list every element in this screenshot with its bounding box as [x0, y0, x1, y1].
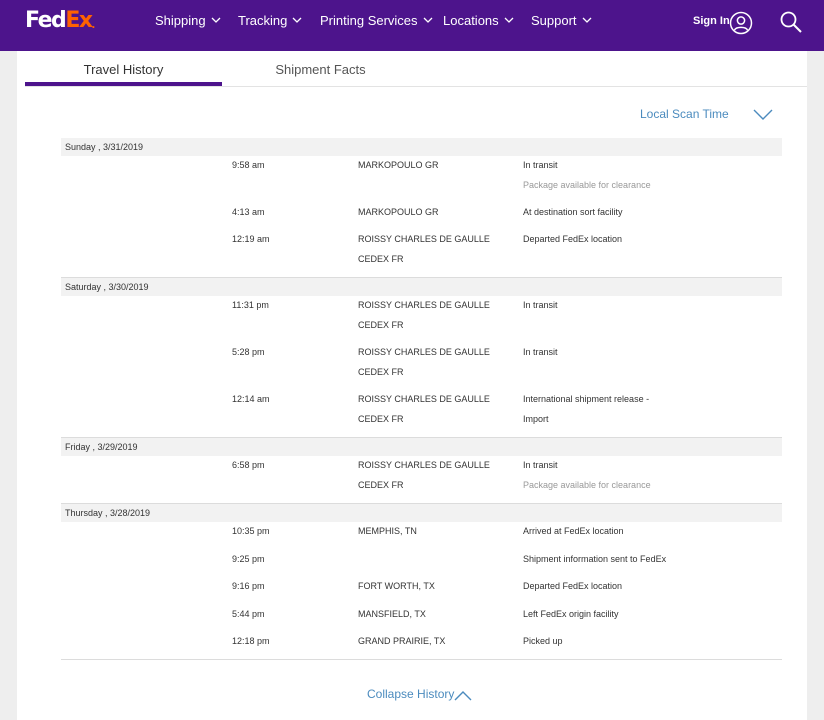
- logo-fed-text: Fed: [25, 8, 67, 33]
- event-status: Arrived at FedEx location: [523, 526, 624, 537]
- local-scan-time-toggle[interactable]: Local Scan Time: [640, 107, 729, 121]
- event-time: 5:28 pm: [232, 347, 265, 358]
- event-status: At destination sort facility: [523, 207, 623, 217]
- chevron-down-icon: [582, 17, 592, 23]
- event-time: 12:14 am: [232, 394, 270, 405]
- sign-in-link[interactable]: Sign In: [693, 14, 730, 28]
- history-entry: 9:25 pm Shipment information sent to Fed…: [61, 550, 782, 577]
- event-status-text: In transit: [523, 460, 558, 471]
- user-account-icon[interactable]: [729, 11, 753, 35]
- chevron-down-icon: [504, 17, 514, 23]
- history-entry: 9:58 am MARKOPOULO GR In transit Package …: [61, 156, 782, 203]
- nav-support[interactable]: Support: [531, 12, 592, 30]
- event-status: Departed FedEx location: [523, 581, 623, 592]
- event-location: MANSFIELD, TX: [358, 608, 426, 619]
- day-date-header: Saturday , 3/30/2019: [61, 278, 782, 297]
- day-group: Sunday , 3/31/2019 9:58 am MARKOPOULO GR…: [61, 138, 782, 279]
- fedex-logo[interactable]: FedEx.: [25, 9, 95, 37]
- event-location: ROISSY CHARLES DE GAULLE CEDEX FR: [358, 347, 490, 377]
- event-status: Picked up: [523, 635, 563, 646]
- nav-shipping-label: Shipping: [155, 13, 206, 28]
- chevron-up-icon[interactable]: [454, 691, 472, 701]
- event-sub-status: Package available for clearance: [523, 479, 651, 490]
- tab-shipment-facts[interactable]: Shipment Facts: [222, 51, 419, 87]
- nav-printing-services-label: Printing Services: [320, 13, 418, 28]
- history-entry: 12:19 am ROISSY CHARLES DE GAULLE CEDEX …: [61, 230, 782, 277]
- event-location: MARKOPOULO GR: [358, 207, 439, 217]
- tab-bar: Travel History Shipment Facts: [25, 51, 807, 87]
- event-location: MARKOPOULO GR: [358, 160, 439, 170]
- event-location: ROISSY CHARLES DE GAULLE CEDEX FR: [358, 460, 490, 490]
- history-entry: 12:14 am ROISSY CHARLES DE GAULLE CEDEX …: [61, 390, 782, 437]
- event-status: In transit: [523, 300, 558, 311]
- event-time: 9:25 pm: [232, 553, 265, 564]
- nav-printing-services[interactable]: Printing Services: [320, 12, 433, 30]
- search-icon[interactable]: [779, 10, 803, 34]
- travel-history-list: Sunday , 3/31/2019 9:58 am MARKOPOULO GR…: [61, 138, 782, 661]
- event-time: 6:58 pm: [232, 460, 265, 471]
- nav-locations-label: Locations: [443, 13, 499, 28]
- event-status: In transit Package available for clearanc…: [523, 456, 673, 495]
- event-location: GRAND PRAIRIE, TX: [358, 635, 446, 646]
- event-status: Departed FedEx location: [523, 234, 623, 245]
- event-time: 12:18 pm: [232, 635, 270, 646]
- day-group: Saturday , 3/30/2019 11:31 pm ROISSY CHA…: [61, 278, 782, 439]
- event-time: 4:13 am: [232, 207, 265, 217]
- top-navigation-bar: FedEx. Shipping Tracking Printing Servic…: [0, 0, 824, 51]
- event-location: FORT WORTH, TX: [358, 581, 435, 592]
- event-time: 9:58 am: [232, 160, 265, 170]
- event-status: International shipment release - Import: [523, 394, 650, 424]
- event-location: MEMPHIS, TN: [358, 526, 417, 537]
- event-location: ROISSY CHARLES DE GAULLE CEDEX FR: [358, 234, 490, 264]
- history-entry: 12:18 pm GRAND PRAIRIE, TX Picked up: [61, 632, 782, 659]
- history-entry: 9:16 pm FORT WORTH, TX Departed FedEx lo…: [61, 577, 782, 604]
- logo-dot: .: [91, 20, 96, 31]
- event-location: ROISSY CHARLES DE GAULLE CEDEX FR: [358, 394, 490, 424]
- event-time: 12:19 am: [232, 234, 270, 245]
- event-time: 9:16 pm: [232, 581, 265, 592]
- chevron-down-icon: [423, 17, 433, 23]
- history-entry: 4:13 am MARKOPOULO GR At destination sor…: [61, 203, 782, 230]
- nav-locations[interactable]: Locations: [443, 12, 514, 30]
- history-entry: 5:28 pm ROISSY CHARLES DE GAULLE CEDEX F…: [61, 343, 782, 390]
- day-date-header: Thursday , 3/28/2019: [61, 504, 782, 523]
- nav-shipping[interactable]: Shipping: [155, 12, 221, 30]
- chevron-down-icon[interactable]: [753, 109, 773, 120]
- event-status-text: In transit: [523, 160, 558, 170]
- logo-ex-text: Ex: [65, 8, 93, 33]
- history-entry: 11:31 pm ROISSY CHARLES DE GAULLE CEDEX …: [61, 296, 782, 343]
- event-status: In transit Package available for clearanc…: [523, 156, 673, 195]
- event-time: 11:31 pm: [232, 300, 269, 311]
- event-status: In transit: [523, 347, 558, 358]
- nav-tracking-label: Tracking: [238, 13, 288, 28]
- day-date-header: Friday , 3/29/2019: [61, 438, 782, 457]
- nav-tracking[interactable]: Tracking: [238, 12, 302, 30]
- history-entry: 6:58 pm ROISSY CHARLES DE GAULLE CEDEX F…: [61, 456, 782, 503]
- day-group: Thursday , 3/28/2019 10:35 pm MEMPHIS, T…: [61, 504, 782, 661]
- chevron-down-icon: [292, 17, 302, 23]
- event-status: Shipment information sent to FedEx: [523, 553, 667, 564]
- chevron-down-icon: [211, 17, 221, 23]
- event-time: 10:35 pm: [232, 526, 270, 537]
- day-group: Friday , 3/29/2019 6:58 pm ROISSY CHARLE…: [61, 438, 782, 505]
- event-location: ROISSY CHARLES DE GAULLE CEDEX FR: [358, 300, 490, 330]
- collapse-history-link[interactable]: Collapse History: [367, 687, 454, 701]
- history-entry: 10:35 pm MEMPHIS, TN Arrived at FedEx lo…: [61, 522, 782, 549]
- event-status: Left FedEx origin facility: [523, 608, 619, 619]
- history-entry: 5:44 pm MANSFIELD, TX Left FedEx origin …: [61, 605, 782, 632]
- tracking-panel: Travel History Shipment Facts Local Scan…: [17, 51, 807, 720]
- event-time: 5:44 pm: [232, 608, 265, 619]
- nav-support-label: Support: [531, 13, 577, 28]
- event-sub-status: Package available for clearance: [523, 179, 651, 190]
- day-date-header: Sunday , 3/31/2019: [61, 138, 782, 156]
- active-tab-indicator: [25, 82, 222, 86]
